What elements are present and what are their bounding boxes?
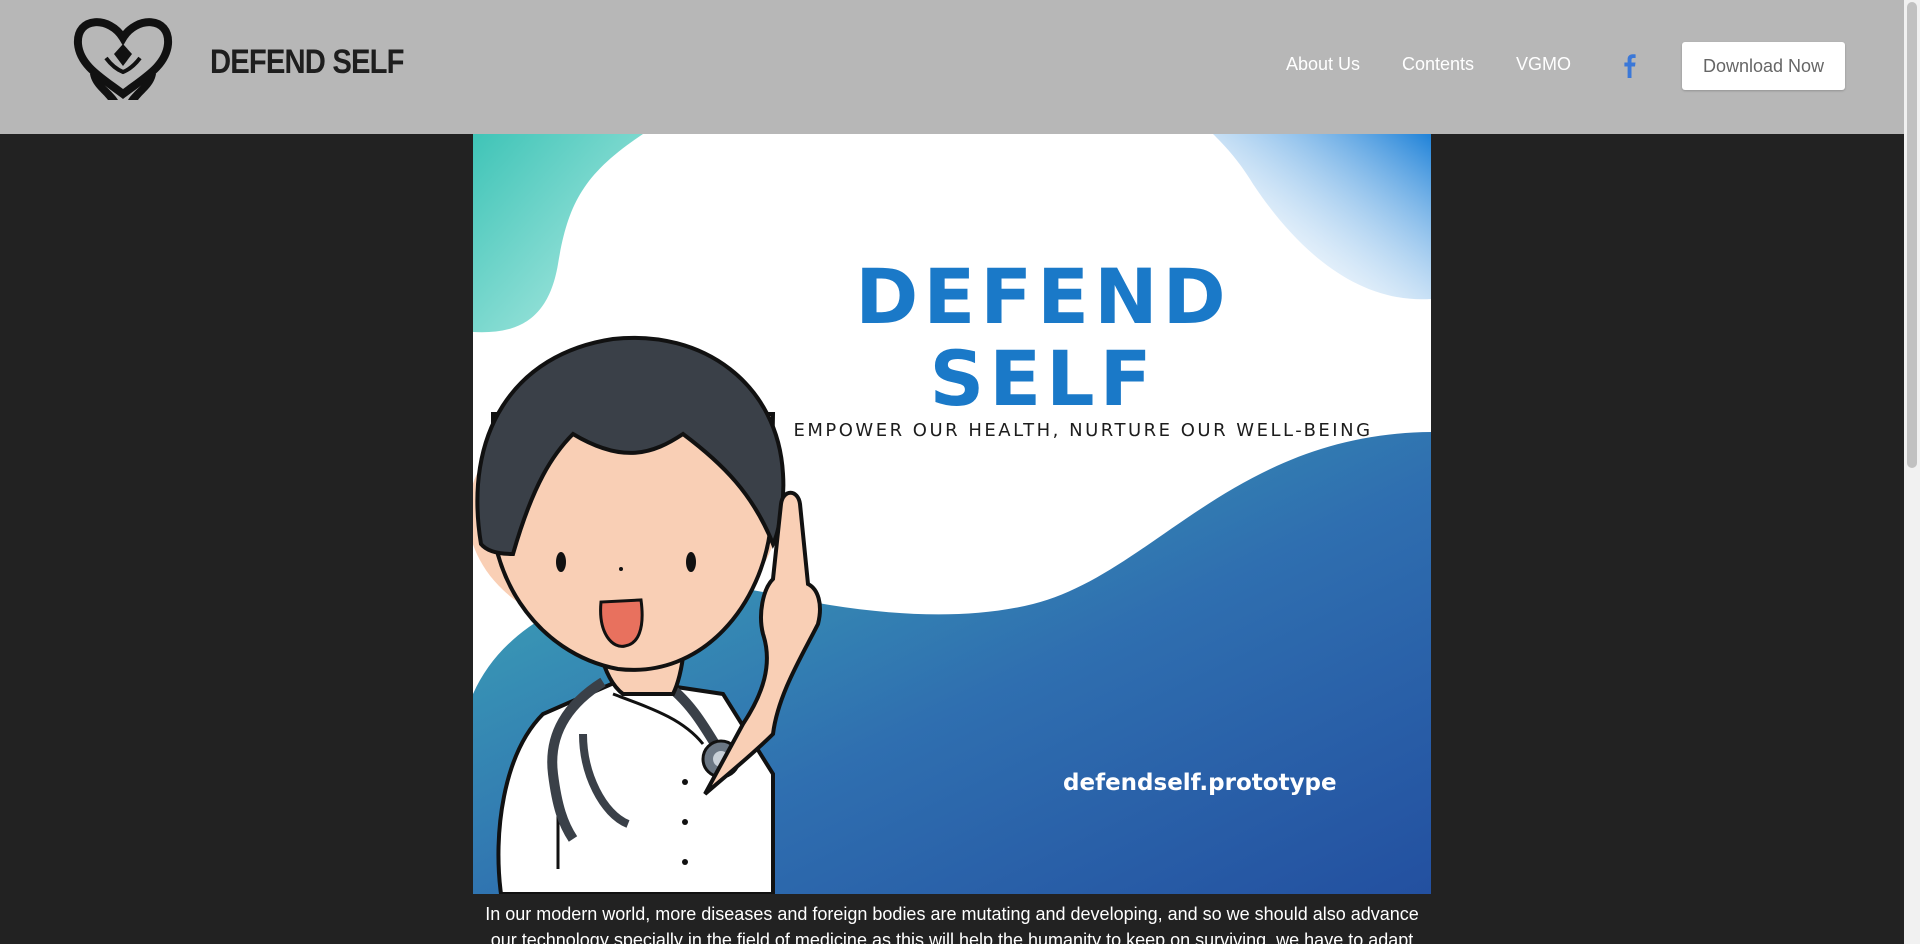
facebook-link[interactable] bbox=[1618, 52, 1642, 78]
heart-hands-logo-icon bbox=[74, 18, 172, 100]
facebook-icon bbox=[1624, 54, 1636, 78]
hero-subtitle: EMPOWER OUR HEALTH, NURTURE OUR WELL-BEI… bbox=[793, 420, 1373, 441]
brand-name[interactable]: DEFEND SELF bbox=[210, 42, 404, 82]
nav-vgmo[interactable]: VGMO bbox=[1516, 52, 1571, 76]
download-now-button[interactable]: Download Now bbox=[1682, 42, 1845, 90]
hero-title-line1: DEFEND bbox=[855, 252, 1231, 341]
hero-url: defendself.prototype bbox=[1063, 770, 1337, 796]
nav-about-us[interactable]: About Us bbox=[1286, 52, 1360, 76]
hero-banner: DEFEND SELF EMPOWER OUR HEALTH, NURTURE … bbox=[473, 134, 1431, 894]
site-header: DEFEND SELF About Us Contents VGMO Downl… bbox=[0, 0, 1904, 134]
intro-paragraph: In our modern world, more diseases and f… bbox=[485, 904, 1419, 944]
scrollbar-thumb[interactable] bbox=[1907, 2, 1917, 468]
nav-contents[interactable]: Contents bbox=[1402, 52, 1474, 76]
page-scrollbar[interactable] bbox=[1904, 0, 1920, 944]
defend-self-logo[interactable] bbox=[72, 10, 174, 102]
doctor-character bbox=[473, 335, 822, 894]
hero-title: DEFEND SELF bbox=[823, 256, 1263, 420]
hero-title-line2: SELF bbox=[929, 334, 1157, 423]
